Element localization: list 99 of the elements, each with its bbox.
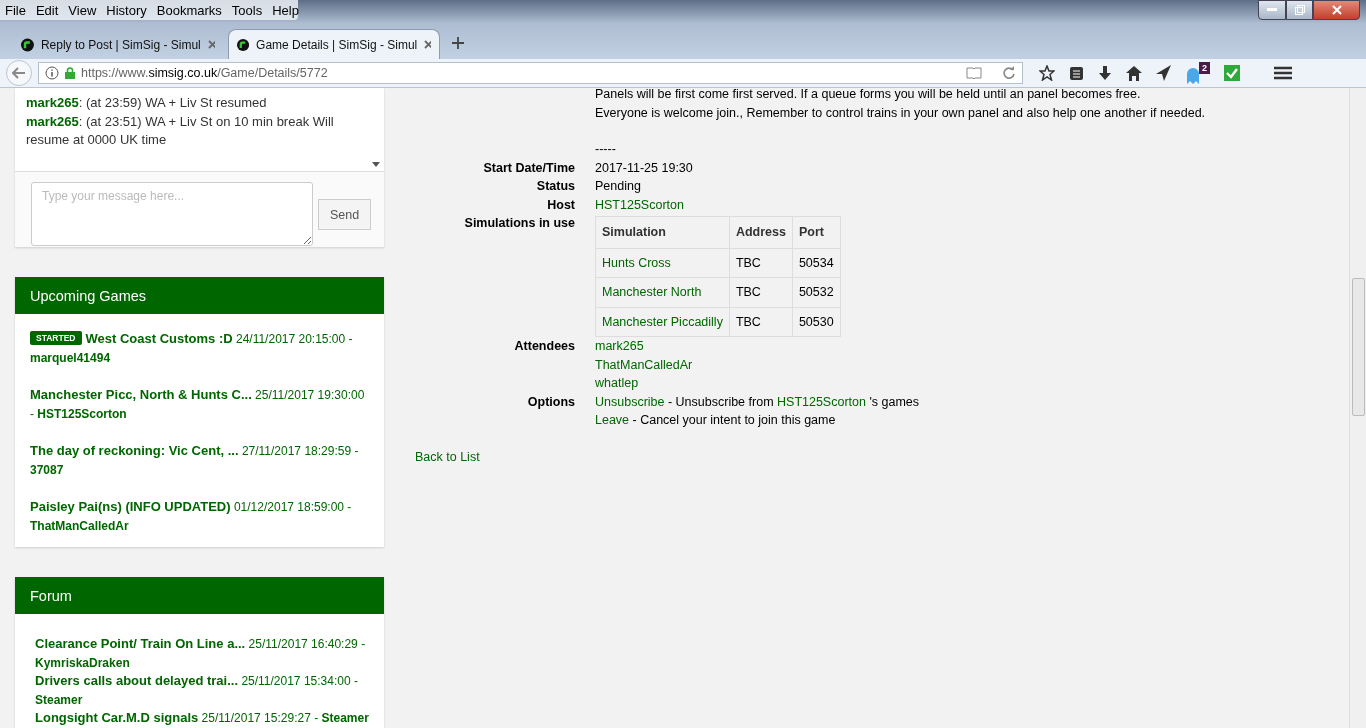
option-text: - Unsubscribe from [666,394,775,409]
menu-icon[interactable] [1274,66,1292,80]
field-value: 2017-11-25 19:30 [595,159,694,177]
list-entry: Longsight Car.M.D signals 25/11/2017 15:29:27 - Steamer [35,709,369,727]
description-text: Panels will be first come first served. If a queue forms you will be held until an panel becomes free. [595,88,1142,103]
scrollbar[interactable] [1349,88,1366,728]
info-icon[interactable] [45,66,59,80]
option-link[interactable]: Unsubscribe [595,394,665,409]
entry-link[interactable]: Drivers calls about delayed trai... [35,673,239,688]
entry-link[interactable]: Longsight Car.M.D signals [35,710,199,725]
site-logo-icon [21,36,34,53]
message-field[interactable]: Type your message here... [31,182,313,246]
chat-message: mark265: (at 23:51) WA + Liv St on 10 min break Will resume at 0000 UK time [26,112,335,149]
attendee-link[interactable]: mark265 [595,339,644,353]
table-cell: 50530 [798,314,834,329]
list-entry: Drivers calls about delayed trai... 25/11/2017 15:34:00 - Steamer [35,672,359,709]
list-entry: Paisley Pai(ns) (INFO UPDATED) 01/12/2017 18:59:00 - ThatManCalledAr [30,498,353,535]
browser-tab[interactable]: Game Details | SimSig - Simul [228,29,440,59]
close-button[interactable] [1313,0,1360,20]
option-text: - Cancel your intent to join this game [631,413,836,427]
site-logo-icon [237,36,250,53]
field-value: Pending [595,178,642,195]
list-entry: The day of reckoning: Vic Cent, ... 27/11/2017 18:29:59 - 37087 [30,442,360,479]
scroll-down-icon[interactable] [372,162,380,167]
back-button[interactable] [6,60,32,86]
list-entry: Manchester Picc, North & Hunts C... 25/11/2017 19:30:00 - HST125Scorton [30,386,366,423]
menu-item[interactable]: File [0,2,31,18]
column-header: Port [792,216,841,248]
download-icon[interactable] [1098,65,1112,81]
menu-item[interactable]: Tools [226,2,268,18]
scroll-thumb[interactable] [1352,278,1365,416]
panel-header: Upcoming Games [15,277,384,314]
host-link[interactable]: HST125Scorton [595,197,684,212]
attendee-link[interactable]: ThatManCalledAr [595,357,693,372]
close-icon[interactable] [207,40,215,49]
description-text: Everyone is welcome join., Remember to control trains in your own panel and also help one another if needed. [595,104,1207,122]
minimize-button[interactable] [1258,0,1286,20]
back-link[interactable]: Back to List [415,449,480,464]
menu-item[interactable]: Edit [30,2,64,18]
option-link[interactable]: Leave [595,413,630,427]
new-tab-icon[interactable] [452,37,464,49]
paper-plane-icon[interactable] [1156,65,1172,81]
user-link[interactable]: HST125Scorton [37,406,127,421]
reload-icon[interactable] [1002,66,1016,80]
entry-link[interactable]: Clearance Point/ Train On Line a... [35,636,246,651]
browser-tab[interactable]: Reply to Post | SimSig - Simul [12,29,224,59]
url-text: https://www.simsig.co.uk/Game/Details/5772 [81,66,329,80]
user-link[interactable]: Steamer [35,692,83,707]
menu-item[interactable]: View [63,2,102,18]
entry-link[interactable]: West Coast Customs :D [85,331,233,346]
field-label: Options [526,393,575,411]
notification-badge: 2 [1199,62,1210,74]
column-header: Address [729,216,793,248]
home-icon[interactable] [1126,65,1142,81]
star-icon[interactable] [1039,65,1055,81]
address-bar[interactable]: https://www.simsig.co.uk/Game/Details/5772 [38,62,1023,84]
ghost-icon[interactable] [1186,68,1200,84]
restore-button[interactable] [1286,0,1313,20]
field-label: Host [546,196,575,214]
user-link[interactable]: marquel41494 [30,350,111,365]
clipboard-icon[interactable] [1069,65,1084,81]
host-link[interactable]: HST125Scorton [777,394,866,409]
status-tag: STARTED [30,331,82,345]
user-link[interactable]: KymriskaDraken [35,655,130,670]
table-cell: TBC [735,255,761,270]
table-cell: 50534 [798,255,834,270]
back-arrow-icon [12,67,26,79]
table-cell: TBC [735,314,761,329]
menu-item[interactable]: History [101,2,152,18]
lock-icon [65,67,75,79]
attendee-link[interactable]: whatlep [595,376,639,390]
table-cell: 50532 [798,285,834,299]
close-icon [1331,5,1342,15]
option-text: 's games [868,394,920,409]
list-entry: $^{STARTED}$ West Coast Customs :D 24/11/2017 20:15:00 - marquel41494 [30,330,354,367]
field-label: Start Date/Time [482,159,575,177]
table-cell: TBC [735,285,761,299]
user-link[interactable]: Steamer [321,711,369,725]
field-label: Status [535,178,575,195]
minimize-icon [1267,8,1277,12]
panel-header: Forum [15,577,384,614]
entry-link[interactable]: The day of reckoning: Vic Cent, ... [30,443,239,458]
menu-item[interactable]: Help [267,2,304,18]
entry-link[interactable]: Paisley Pai(ns) (INFO UPDATED) [30,499,231,514]
reader-view-icon[interactable] [966,67,982,79]
chat-message: mark265: (at 23:59) WA + Liv St resumed [26,94,268,112]
close-icon[interactable] [424,40,431,49]
user-link[interactable]: 37087 [30,462,64,477]
restore-icon [1294,5,1305,15]
user-link[interactable]: ThatManCalledAr [30,518,129,533]
field-label: Attendees [513,338,575,355]
field-label: Simulations in use [463,215,575,232]
column-header: Simulation [595,216,730,248]
send-button[interactable]: Send [318,199,372,230]
entry-link[interactable]: Manchester Picc, North & Hunts C... [30,387,252,402]
menu-item[interactable]: Bookmarks [151,2,227,18]
separator-text: ----- [595,141,617,158]
list-entry: Clearance Point/ Train On Line a... 25/11/2017 16:40:29 - KymriskaDraken [35,635,367,672]
checkmark-icon[interactable] [1224,65,1240,81]
